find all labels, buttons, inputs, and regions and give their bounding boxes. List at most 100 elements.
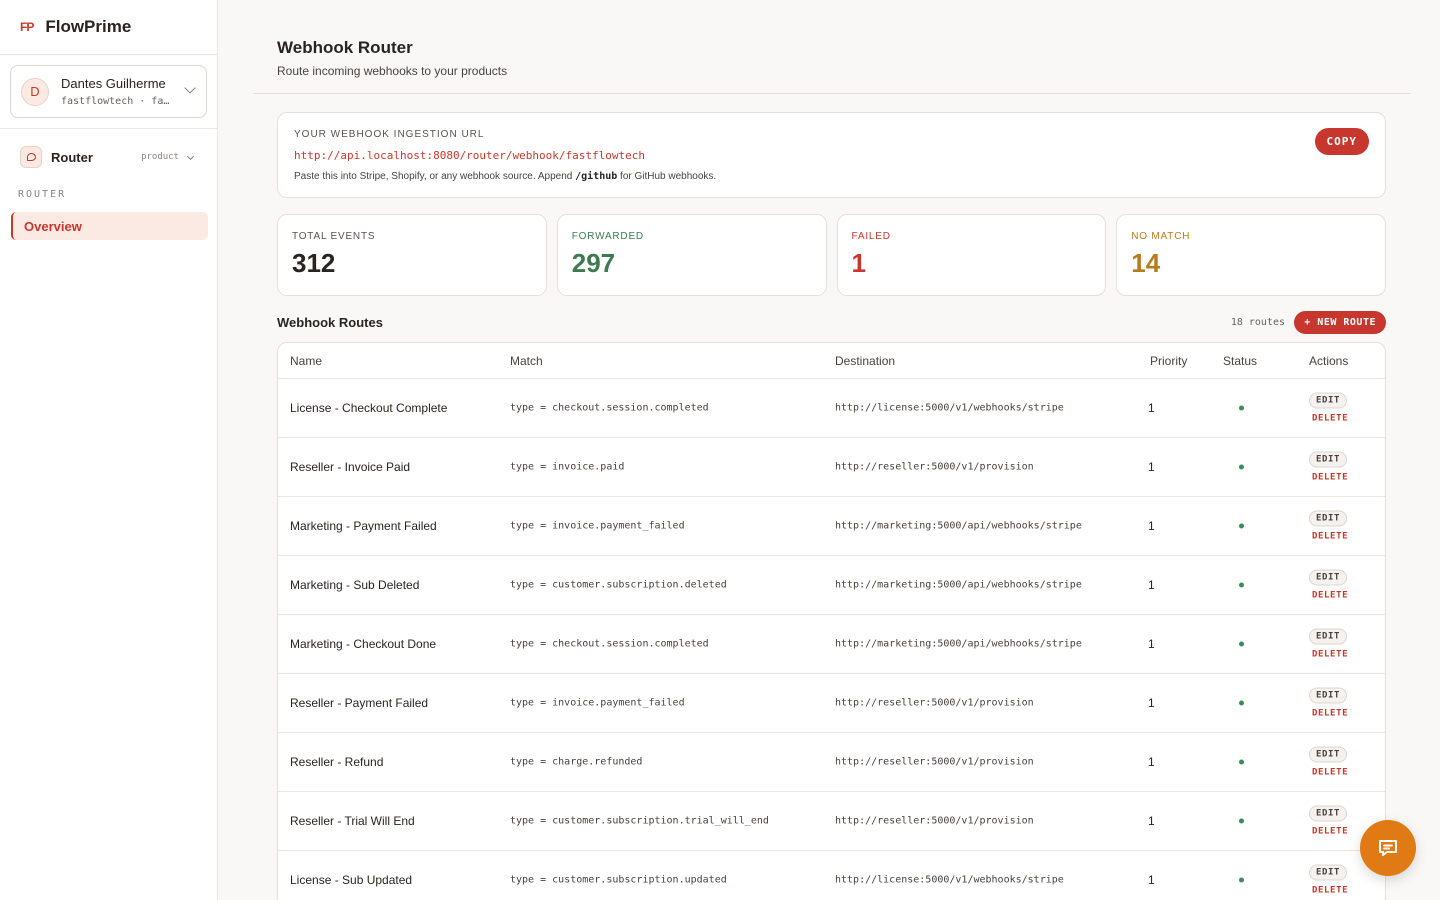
- table-row[interactable]: Marketing - Checkout Done type = checkout…: [278, 615, 1385, 674]
- edit-button[interactable]: EDIT: [1309, 746, 1348, 763]
- stat-value: 297: [571, 248, 616, 278]
- route-actions: EDIT DELETE: [1309, 805, 1348, 837]
- new-route-button[interactable]: + NEW ROUTE: [1294, 311, 1386, 334]
- brand-name: FlowPrime: [45, 17, 132, 36]
- sidebar-item-overview[interactable]: Overview: [11, 212, 208, 240]
- route-priority: 1: [1148, 755, 1155, 769]
- route-match: type = checkout.session.completed: [510, 638, 709, 650]
- column-header-destination: Destination: [835, 353, 896, 368]
- table-row[interactable]: Marketing - Sub Deleted type = customer.s…: [278, 556, 1385, 615]
- delete-button[interactable]: DELETE: [1309, 414, 1348, 424]
- route-name: Reseller - Payment Failed: [290, 696, 429, 710]
- column-header-name: Name: [290, 353, 323, 368]
- route-destination: http://reseller:5000/v1/provision: [835, 697, 1034, 709]
- edit-button[interactable]: EDIT: [1309, 628, 1348, 645]
- routes-title: Webhook Routes: [277, 315, 383, 330]
- delete-button[interactable]: DELETE: [1309, 709, 1348, 719]
- stat-card-forwarded: FORWARDED 297: [556, 214, 827, 296]
- table-row[interactable]: License - Checkout Complete type = checko…: [278, 379, 1385, 438]
- main-content: Webhook Router Route incoming webhooks t…: [218, 0, 1440, 900]
- route-destination: http://marketing:5000/api/webhooks/strip…: [835, 520, 1082, 532]
- nav-section-label: ROUTER: [18, 189, 67, 200]
- status-dot-icon: [1239, 641, 1244, 647]
- delete-button[interactable]: DELETE: [1309, 473, 1348, 483]
- delete-button[interactable]: DELETE: [1309, 591, 1348, 601]
- route-actions: EDIT DELETE: [1309, 510, 1348, 542]
- column-header-status: Status: [1223, 353, 1258, 368]
- route-name: Marketing - Payment Failed: [290, 519, 437, 533]
- product-name: Router: [51, 149, 93, 165]
- account-org: fastflowtech · fa…: [61, 96, 170, 107]
- chevron-down-icon: [186, 152, 195, 161]
- stats-row: TOTAL EVENTS 312 FORWARDED 297 FAILED 1 NO MAT…: [277, 214, 1386, 296]
- stat-value: 312: [292, 248, 336, 278]
- table-header: Name Match Destination Priority Status A…: [278, 343, 1385, 379]
- route-destination: http://reseller:5000/v1/provision: [835, 815, 1034, 827]
- table-row[interactable]: Marketing - Payment Failed type = invoice…: [278, 497, 1385, 556]
- route-match: type = customer.subscription.trial_will_…: [510, 815, 769, 827]
- table-row[interactable]: Reseller - Invoice Paid type = invoice.pa…: [278, 438, 1385, 497]
- route-name: Reseller - Refund: [290, 755, 384, 769]
- route-name: License - Sub Updated: [290, 873, 413, 887]
- delete-button[interactable]: DELETE: [1309, 768, 1348, 778]
- column-header-match: Match: [510, 353, 543, 368]
- route-destination: http://reseller:5000/v1/provision: [835, 756, 1034, 768]
- route-actions: EDIT DELETE: [1309, 569, 1348, 601]
- route-priority: 1: [1148, 873, 1155, 887]
- account-switcher[interactable]: D Dantes Guilherme fastflowtech · fa…: [10, 65, 207, 118]
- route-match: type = checkout.session.completed: [510, 402, 709, 414]
- account-name: Dantes Guilherme: [61, 76, 166, 91]
- page-subtitle: Route incoming webhooks to your products: [277, 64, 508, 78]
- route-priority: 1: [1148, 460, 1155, 474]
- route-name: License - Checkout Complete: [290, 401, 448, 415]
- product-tag: product: [141, 152, 179, 162]
- route-actions: EDIT DELETE: [1309, 687, 1348, 719]
- route-destination: http://marketing:5000/api/webhooks/strip…: [835, 638, 1082, 650]
- edit-button[interactable]: EDIT: [1309, 864, 1348, 881]
- copy-button[interactable]: COPY: [1314, 128, 1369, 155]
- route-actions: EDIT DELETE: [1309, 746, 1348, 778]
- route-match: type = invoice.paid: [510, 461, 625, 473]
- table-row[interactable]: Reseller - Payment Failed type = invoice.…: [278, 674, 1385, 733]
- route-name: Reseller - Trial Will End: [290, 814, 415, 828]
- chat-button[interactable]: [1360, 820, 1416, 876]
- table-row[interactable]: License - Sub Updated type = customer.sub…: [278, 851, 1385, 900]
- route-match: type = invoice.payment_failed: [510, 520, 685, 532]
- route-actions: EDIT DELETE: [1309, 451, 1348, 483]
- avatar: D: [21, 77, 49, 106]
- chat-icon: [1379, 840, 1397, 856]
- delete-button[interactable]: DELETE: [1309, 886, 1348, 896]
- table-row[interactable]: Reseller - Trial Will End type = customer…: [278, 792, 1385, 851]
- route-destination: http://license:5000/v1/webhooks/stripe: [835, 402, 1064, 414]
- ingestion-url[interactable]: http://api.localhost:8080/router/webhook…: [294, 149, 1369, 162]
- edit-button[interactable]: EDIT: [1309, 569, 1348, 586]
- delete-button[interactable]: DELETE: [1309, 650, 1348, 660]
- route-actions: EDIT DELETE: [1309, 392, 1348, 424]
- status-dot-icon: [1239, 582, 1244, 588]
- edit-button[interactable]: EDIT: [1309, 392, 1348, 409]
- stat-label: NO MATCH: [1131, 231, 1191, 242]
- route-destination: http://reseller:5000/v1/provision: [835, 461, 1034, 473]
- delete-button[interactable]: DELETE: [1309, 532, 1348, 542]
- edit-button[interactable]: EDIT: [1309, 687, 1348, 704]
- route-priority: 1: [1148, 519, 1155, 533]
- chevron-down-icon: [184, 82, 196, 94]
- table-row[interactable]: Reseller - Refund type = charge.refunded h…: [278, 733, 1385, 792]
- route-actions: EDIT DELETE: [1309, 628, 1348, 660]
- help-text-prefix: Paste this into Stripe, Shopify, or any …: [294, 171, 573, 182]
- routes-table: Name Match Destination Priority Status A…: [277, 342, 1386, 900]
- brand[interactable]: FP FlowPrime: [0, 0, 217, 55]
- stat-label: TOTAL EVENTS: [292, 231, 376, 242]
- edit-button[interactable]: EDIT: [1309, 805, 1348, 822]
- stat-card-total-events: TOTAL EVENTS 312: [277, 214, 547, 296]
- stat-card-no-match: NO MATCH 14: [1116, 214, 1386, 296]
- delete-button[interactable]: DELETE: [1309, 827, 1348, 837]
- product-switcher[interactable]: Router product: [0, 129, 217, 185]
- edit-button[interactable]: EDIT: [1309, 451, 1348, 468]
- column-header-actions: Actions: [1309, 353, 1349, 368]
- edit-button[interactable]: EDIT: [1309, 510, 1348, 527]
- route-match: type = customer.subscription.deleted: [510, 579, 727, 591]
- help-code: /github: [575, 171, 618, 182]
- ingestion-help: Paste this into Stripe, Shopify, or any …: [294, 171, 1369, 182]
- table-body: License - Checkout Complete type = checko…: [278, 379, 1385, 900]
